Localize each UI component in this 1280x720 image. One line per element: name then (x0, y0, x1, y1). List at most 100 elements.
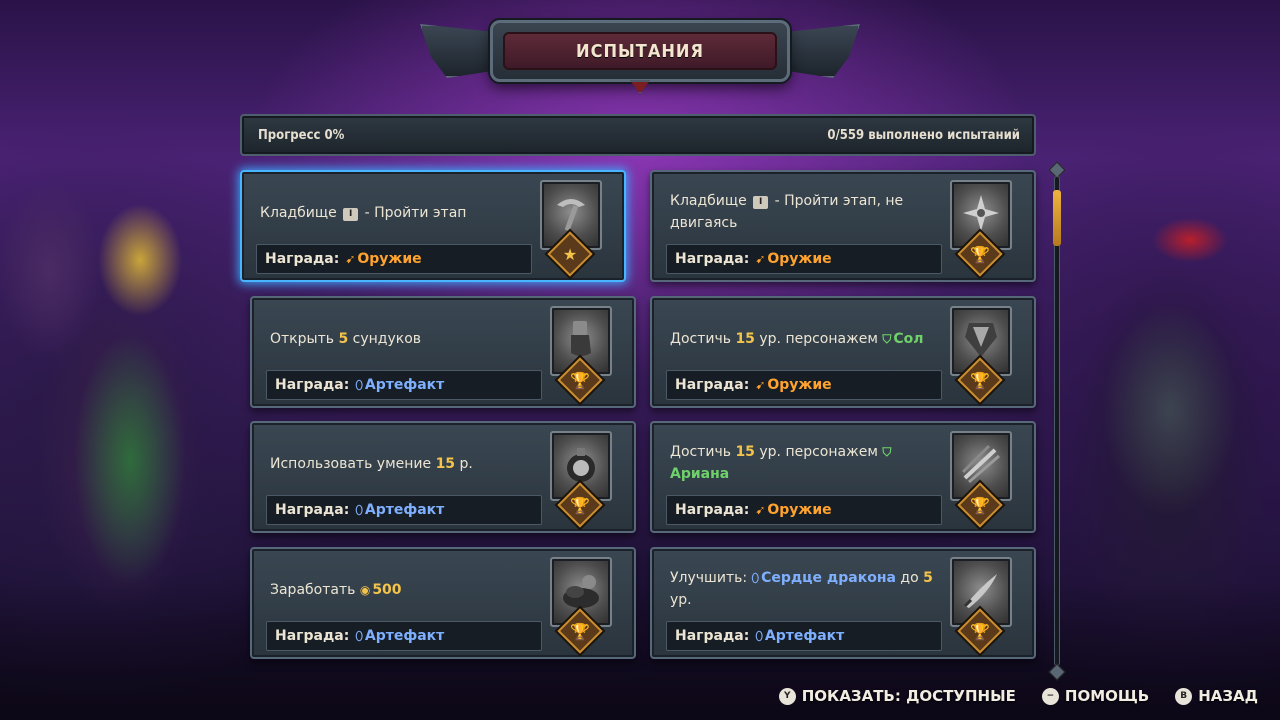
reward-value: Артефакт (764, 628, 845, 644)
title-banner: ИСПЫТАНИЯ (420, 14, 860, 96)
task-text: Достичь (670, 444, 731, 460)
footer-hints: Y ПОКАЗАТЬ: ДОСТУПНЫЕ − ПОМОЩЬ B НАЗАД (778, 684, 1258, 708)
task-text: Заработать (270, 582, 356, 598)
back-hint[interactable]: B НАЗАД (1175, 687, 1258, 705)
artifact-icon: ⬯ (755, 628, 763, 643)
weapon-icon: ➹ (755, 252, 766, 266)
reward-box: Награда: ⬯ Артефакт (266, 621, 542, 651)
artifact-name: Сердце дракона (761, 570, 896, 586)
reward-label: Награда: (275, 377, 350, 393)
challenge-card[interactable]: Улучшить: ⬯ Сердце дракона до 5 ур. Наград… (650, 547, 1036, 659)
weapon-icon: ➹ (345, 252, 356, 266)
weapon-icon: ➹ (755, 503, 766, 517)
completed-count: 0/559 выполнено испытаний (827, 127, 1020, 143)
task-number: 15 (735, 331, 755, 347)
reward-value: Артефакт (364, 377, 445, 393)
reward-box: Награда: ➹ Оружие (666, 244, 942, 274)
challenge-card[interactable]: Достичь 15 ур. персонажем ⛉ Сол Награда: ➹ О… (650, 296, 1036, 408)
task-number: 15 (735, 444, 755, 460)
challenge-task: Заработать ◉ 500 (270, 579, 540, 601)
task-text: Использовать умение (270, 456, 432, 472)
task-text: до (900, 570, 919, 586)
trophy-icon: 🏆 (970, 244, 990, 264)
challenge-task: Открыть 5 сундуков (270, 328, 540, 350)
b-button-icon: B (1175, 687, 1193, 705)
task-number: 5 (923, 570, 933, 586)
artifact-icon: ⬯ (751, 571, 760, 585)
gold-amount: 500 (372, 582, 402, 598)
scroll-thumb[interactable] (1053, 190, 1061, 246)
reward-box: Награда: ➹ Оружие (256, 244, 532, 274)
reward-label: Награда: (675, 377, 750, 393)
challenge-card[interactable]: Заработать ◉ 500 Награда: ⬯ Артефакт 🏆 (250, 547, 636, 659)
task-text: Кладбище (260, 205, 337, 221)
stage-badge: I (753, 196, 769, 209)
hero-icon: ⛉ (882, 445, 892, 459)
task-number: 5 (338, 331, 349, 347)
scrollbar[interactable] (1048, 161, 1066, 681)
task-text: Кладбище (670, 193, 747, 209)
challenge-card[interactable]: Достичь 15 ур. персонажем ⛉ Ариана Награда… (650, 421, 1036, 533)
page-title: ИСПЫТАНИЯ (576, 40, 704, 62)
challenge-card[interactable]: Открыть 5 сундуков Награда: ⬯ Артефакт 🏆 (250, 296, 636, 408)
star-icon: ★ (562, 244, 578, 264)
trophy-icon: 🏆 (570, 495, 590, 515)
progress-bar: Прогресс 0% 0/559 выполнено испытаний (240, 114, 1036, 156)
artifact-icon: ⬯ (355, 502, 363, 517)
task-text: ур. персонажем (759, 331, 878, 347)
hero-name: Сол (893, 331, 924, 347)
title-plate: ИСПЫТАНИЯ (490, 20, 790, 82)
progress-percent: Прогресс 0% (258, 127, 345, 143)
reward-label: Награда: (675, 628, 750, 644)
reward-label: Награда: (675, 251, 750, 267)
gold-coins-icon: ◉ (359, 583, 371, 597)
reward-box: Награда: ➹ Оружие (666, 495, 942, 525)
show-filter-hint[interactable]: Y ПОКАЗАТЬ: ДОСТУПНЫЕ (778, 687, 1016, 705)
challenge-task: Достичь 15 ур. персонажем ⛉ Сол (670, 328, 940, 350)
challenge-task: Кладбище I - Пройти этап, не двигаясь (670, 190, 940, 234)
scroll-cap-bottom (1048, 663, 1066, 681)
challenge-card[interactable]: Кладбище I - Пройти этап Награда: ➹ Оружие ★ (240, 170, 626, 282)
task-text: Улучшить: (670, 570, 748, 586)
challenge-task: Достичь 15 ур. персонажем ⛉ Ариана (670, 441, 940, 485)
banner-gem (630, 80, 650, 94)
reward-value: Артефакт (364, 628, 445, 644)
hero-icon: ⛉ (882, 332, 892, 346)
challenge-card[interactable]: Кладбище I - Пройти этап, не двигаясь Наг… (650, 170, 1036, 282)
help-label: ПОМОЩЬ (1064, 687, 1150, 705)
task-text: сундуков (352, 331, 422, 347)
task-number: 15 (435, 456, 456, 472)
task-text: Открыть (270, 331, 334, 347)
trophy-icon: 🏆 (970, 621, 990, 641)
stage-badge: I (343, 208, 359, 221)
title-inner: ИСПЫТАНИЯ (503, 32, 777, 70)
challenge-task: Кладбище I - Пройти этап (260, 202, 530, 224)
scroll-track[interactable] (1054, 176, 1060, 666)
hero-name: Ариана (670, 466, 730, 482)
task-text: Достичь (670, 331, 731, 347)
trophy-icon: 🏆 (970, 495, 990, 515)
reward-box: Награда: ⬯ Артефакт (266, 370, 542, 400)
y-button-icon: Y (778, 687, 796, 705)
reward-box: Награда: ⬯ Артефакт (666, 621, 942, 651)
artifact-icon: ⬯ (355, 628, 363, 643)
task-text: ур. (670, 592, 692, 608)
trophy-icon: 🏆 (570, 621, 590, 641)
reward-box: Награда: ➹ Оружие (666, 370, 942, 400)
minus-button-icon: − (1041, 687, 1059, 705)
reward-value: Оружие (357, 251, 422, 267)
artifact-icon: ⬯ (355, 377, 363, 392)
trophy-icon: 🏆 (970, 370, 990, 390)
background-archer-hero (20, 200, 240, 620)
reward-label: Награда: (265, 251, 340, 267)
reward-label: Награда: (275, 628, 350, 644)
task-text: ур. персонажем (759, 444, 878, 460)
task-text: р. (459, 456, 473, 472)
weapon-icon: ➹ (755, 378, 766, 392)
challenge-task: Улучшить: ⬯ Сердце дракона до 5 ур. (670, 567, 940, 611)
challenge-task: Использовать умение 15 р. (270, 453, 540, 475)
challenge-card[interactable]: Использовать умение 15 р. Награда: ⬯ Артефа… (250, 421, 636, 533)
trophy-icon: 🏆 (570, 370, 590, 390)
show-filter-label: ПОКАЗАТЬ: ДОСТУПНЫЕ (801, 687, 1016, 705)
help-hint[interactable]: − ПОМОЩЬ (1041, 687, 1150, 705)
